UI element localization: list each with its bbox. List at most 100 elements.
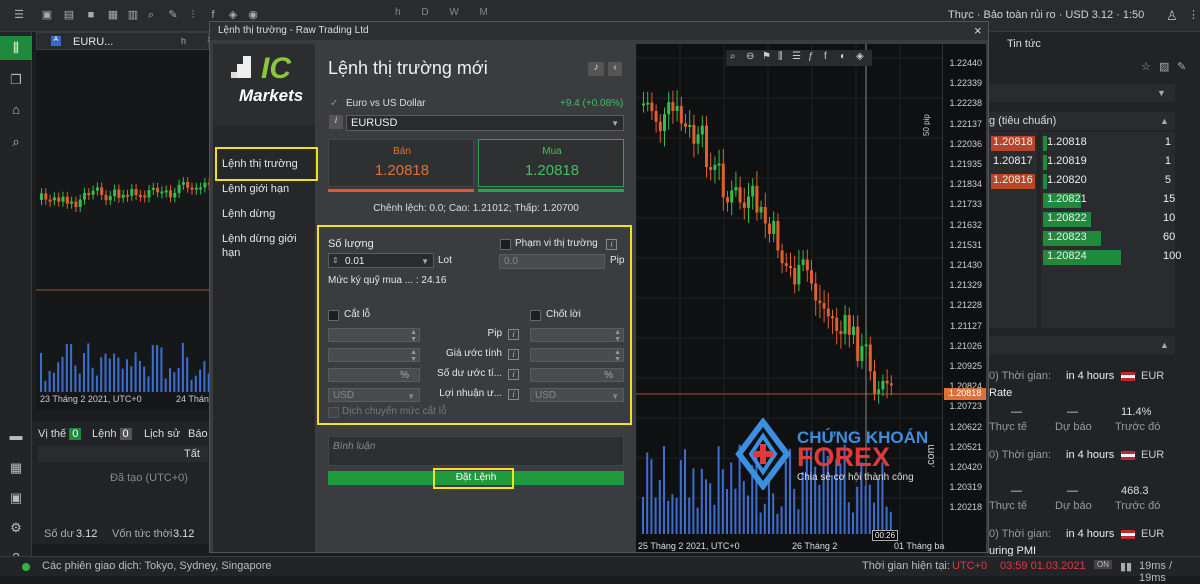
chevron-up-icon[interactable]: ▲ [1160,116,1169,126]
grid-icon[interactable]: ▦ [106,8,120,22]
price-axis[interactable]: 1.22440 1.22339 1.22238 1.22137 1.22036 1.219… [942,44,986,552]
timezone[interactable]: UTC+0 [952,560,987,572]
square-icon[interactable]: ■ [84,8,98,22]
chart-line-icon[interactable]: ▨ [1159,60,1169,73]
indicator-icon[interactable]: ƒ [808,51,814,62]
edit-icon[interactable]: ✎ [1177,60,1186,73]
sell-button[interactable]: Bán 1.20818 [328,139,474,187]
candles-icon[interactable]: ⫼ [778,51,783,62]
stop-loss-field[interactable]: ▲ ▼ [328,348,420,363]
tab-news[interactable]: Tin tức [1007,38,1041,50]
tab-positions[interactable]: Vị thế 0 [38,428,82,440]
event-actual-label: Thực tế [989,500,1027,512]
chevron-down-icon[interactable]: ▼ [1157,88,1166,98]
candle [100,187,104,195]
menu-limit-order[interactable]: Lệnh giới hạn [222,183,289,195]
layers-icon[interactable]: ◈ [856,51,864,62]
briefcase-icon[interactable]: ▬ [8,428,24,444]
settings-icon[interactable]: ⚙ [8,520,24,536]
background-chart[interactable]: 23 Tháng 2 2021, UTC+0 24 Tháng [36,50,216,410]
info-icon[interactable]: i [508,389,519,400]
volume-bar [130,366,133,392]
more-icon[interactable]: ⋮ [1188,8,1199,21]
close-icon[interactable]: × [974,23,982,38]
robot-icon[interactable]: ⌂ [8,102,24,118]
ask-price[interactable]: 1.20821 [1047,193,1087,205]
bell-icon[interactable]: ♪ [588,62,604,76]
copy-trading-icon[interactable]: ▣ [8,490,24,506]
copy-icon[interactable]: ❐ [8,72,24,88]
symbol-select[interactable] [989,84,1175,102]
candle [147,190,151,198]
bid-price[interactable]: 1.20817 [991,155,1035,170]
symbol-select[interactable]: EURUSD ▼ [346,115,624,131]
timeframe-letters[interactable]: h D W M [395,7,497,18]
take-profit-field[interactable]: ▲ ▼ [530,348,624,363]
pen-icon[interactable]: ✎ [166,8,180,22]
take-profit-field[interactable]: USD ▼ [530,388,624,402]
info-icon[interactable]: i [508,329,519,340]
stop-loss-checkbox[interactable] [328,310,339,321]
ask-price[interactable]: 1.20822 [1047,212,1087,224]
layout-icon[interactable]: ▤ [62,8,76,22]
ask-price[interactable]: 1.20824 [1047,250,1087,262]
search-chart-icon[interactable]: ⌕ [8,134,24,150]
event-title[interactable]: Rate [989,387,1012,399]
tab-history[interactable]: Lịch sử [144,428,180,440]
menu-icon[interactable]: ☰ [12,8,26,22]
menu-stop-limit-order[interactable]: Lệnh dừng giới hạn [222,232,302,260]
menu-stop-order[interactable]: Lệnh dừng [222,208,275,220]
volume-bar [667,500,670,534]
trade-button[interactable]: ⫼ [0,36,32,60]
tab-orders[interactable]: Lệnh 0 [92,428,132,440]
chevron-up-icon[interactable]: ▲ [1160,340,1169,350]
tab-reports[interactable]: Báo [188,428,208,440]
zoom-icon[interactable]: ⌕ [144,8,158,22]
take-profit-field[interactable]: ▲ ▼ [530,328,624,343]
range-input[interactable]: 0.0 [499,254,605,269]
take-profit-checkbox[interactable] [530,310,541,321]
range-checkbox[interactable] [500,239,511,250]
facebook-icon[interactable]: f [824,51,827,62]
equity-label: Vốn tức thời [112,528,173,540]
theme-icon[interactable]: ◐ [840,51,846,62]
info-icon[interactable]: i [329,115,343,129]
ask-price[interactable]: 1.20818 [1047,136,1087,148]
candles-icon: ⫼ [13,40,19,55]
comment-input[interactable]: Bình luận [328,436,624,466]
info-icon[interactable]: i [606,239,617,250]
zoom-out-icon[interactable]: ⊖ [746,51,754,62]
candle-icon[interactable]: ⫶ [186,8,200,22]
quantity-stepper[interactable]: ⇕ 0.01 ▼ [328,253,434,268]
stop-loss-field[interactable]: % [328,368,420,382]
bid-price[interactable]: 1.20818 [991,136,1035,151]
stop-loss-field[interactable]: ▲ ▼ [328,328,420,343]
buy-button[interactable]: Mua 1.20818 [478,139,624,187]
stop-loss-field[interactable]: USD ▼ [328,388,420,402]
facebook-icon[interactable]: f [206,8,220,22]
ask-price[interactable]: 1.20820 [1047,174,1087,186]
ask-price[interactable]: 1.20823 [1047,231,1087,243]
star-icon[interactable]: ☆ [1141,60,1151,73]
collapse-icon[interactable]: ‹ [608,62,622,76]
account-status[interactable]: Thực · Bảo toàn rủi ro · USD 3.12 · 1:50 [948,9,1144,21]
zoom-icon[interactable]: ⌕ [730,51,736,62]
info-icon[interactable]: i [508,369,519,380]
layers-icon[interactable]: ◈ [226,8,240,22]
volume-bar [658,479,661,534]
new-chart-icon[interactable]: ▣ [40,8,54,22]
trailing-checkbox[interactable] [328,407,339,418]
flag-icon[interactable]: ⚑ [762,51,771,62]
chart-icon[interactable]: ▥ [126,8,140,22]
filter-all[interactable]: Tất [184,448,200,460]
user-icon[interactable]: ♙ [1166,8,1178,24]
list-icon[interactable]: ☰ [792,51,801,62]
take-profit-field[interactable]: % [530,368,624,382]
price-tick: 1.21733 [949,199,982,210]
calendar-icon[interactable]: ▦ [8,460,24,476]
bid-price[interactable]: 1.20816 [991,174,1035,189]
chart-tab[interactable]: A EURU... h × [36,32,213,50]
info-icon[interactable]: i [508,349,519,360]
ask-price[interactable]: 1.20819 [1047,155,1087,167]
eye-icon[interactable]: ◉ [246,8,260,22]
